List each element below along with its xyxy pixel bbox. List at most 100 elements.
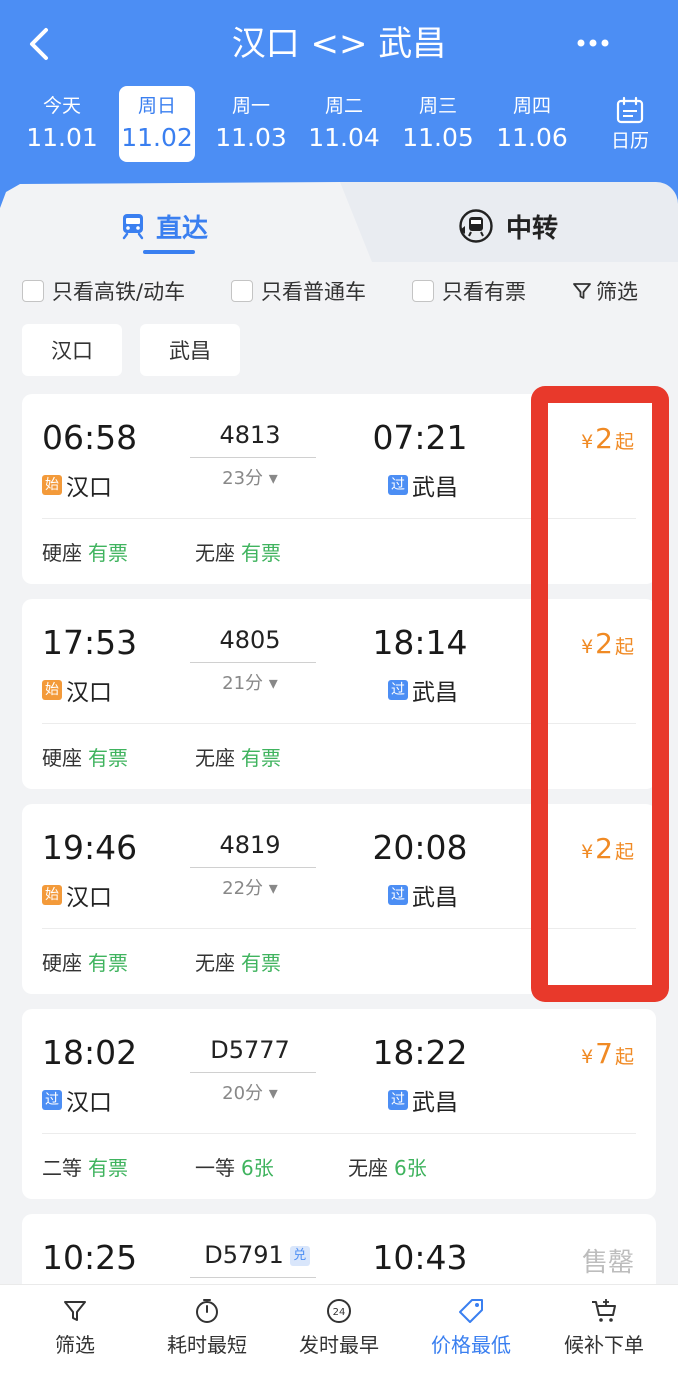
seat-class: 无座 有票 <box>195 947 281 976</box>
seat-type: 硬座 <box>42 951 82 975</box>
waitlist-order-button[interactable]: 候补下单 <box>552 1285 656 1380</box>
train-number: D5777 <box>210 1036 290 1064</box>
bottom-filter-button[interactable]: 筛选 <box>22 1285 128 1380</box>
bottom-sort-bar: 筛选 耗时最短 24 发时最早 价格最低 候补下单 <box>0 1284 678 1380</box>
station-name: 武昌 <box>412 680 458 706</box>
train-number: 4819 <box>219 831 281 859</box>
more-button[interactable] <box>568 28 618 58</box>
date-tab-selected[interactable]: 周日 11.02 <box>119 86 195 162</box>
station-chip-from[interactable]: 汉口 <box>22 324 122 376</box>
sort-earliest-label: 发时最早 <box>299 1333 379 1357</box>
tab-direct[interactable]: 直达 <box>120 206 208 246</box>
date-value: 11.04 <box>308 123 380 152</box>
date-weekday: 周日 <box>137 95 176 117</box>
departure-time: 06:58 <box>42 418 138 457</box>
pass-badge: 过 <box>42 1090 62 1110</box>
funnel-icon <box>573 283 591 299</box>
sort-shortest-label: 耗时最短 <box>167 1333 247 1357</box>
train-card[interactable]: 18:02 D5777 20分 ▾ 18:22 过汉口 过武昌 ¥7 起 二等 有票… <box>22 1009 656 1199</box>
train-icon <box>122 214 144 240</box>
duration[interactable]: 20分 ▾ <box>190 1079 310 1105</box>
seat-type: 二等 <box>42 1156 82 1180</box>
redeem-badge: 兑 <box>289 1246 310 1266</box>
arrival-time: 18:22 <box>372 1033 468 1072</box>
departure-station: 始汉口 <box>42 673 112 707</box>
seat-status: 有票 <box>88 746 128 770</box>
arrival-time: 10:43 <box>372 1238 468 1277</box>
date-tab[interactable]: 周四 11.06 <box>494 86 570 162</box>
filter-label: 筛选 <box>596 280 638 304</box>
train-number: 4805 <box>219 626 281 654</box>
caret-down-icon: ▾ <box>268 878 278 899</box>
departure-station: 始汉口 <box>42 468 112 502</box>
station-name: 汉口 <box>66 680 112 706</box>
sort-earliest-button[interactable]: 24 发时最早 <box>284 1285 394 1380</box>
date-tab[interactable]: 周二 11.04 <box>306 86 382 162</box>
date-weekday: 今天 <box>42 95 81 117</box>
arrival-time: 18:14 <box>372 623 468 662</box>
departure-time: 10:25 <box>42 1238 138 1277</box>
arrival-time: 20:08 <box>372 828 468 867</box>
station-name: 武昌 <box>412 475 458 501</box>
tab-transfer[interactable]: 中转 <box>458 206 558 246</box>
filter-button[interactable]: 筛选 <box>572 276 638 306</box>
arrival-station: 过武昌 <box>388 468 458 502</box>
date-tab[interactable]: 周三 11.05 <box>400 86 476 162</box>
route-line <box>190 1277 316 1278</box>
departure-station: 过汉口 <box>42 1083 112 1117</box>
date-value: 11.05 <box>402 123 474 152</box>
filter-high-speed-checkbox[interactable]: 只看高铁/动车 <box>22 276 185 306</box>
checkbox-icon <box>22 280 44 302</box>
seat-class: 一等 6张 <box>195 1152 274 1181</box>
duration-text: 21分 <box>222 673 264 694</box>
departure-time: 17:53 <box>42 623 138 662</box>
duration-text: 22分 <box>222 878 264 899</box>
timer-icon <box>196 1299 218 1323</box>
price-tag-icon <box>459 1299 483 1323</box>
sort-lowest-price-button[interactable]: 价格最低 <box>416 1285 526 1380</box>
caret-down-icon: ▾ <box>268 673 278 694</box>
filter-label: 只看高铁/动车 <box>52 280 186 304</box>
date-selector: 今天 11.01 周日 11.02 周一 11.03 周二 11.04 周三 1… <box>18 86 588 164</box>
station-name: 汉口 <box>66 475 112 501</box>
station-chip-to[interactable]: 武昌 <box>140 324 240 376</box>
seat-status: 有票 <box>88 1156 128 1180</box>
train-number-wrap: D5791 兑 <box>182 1240 332 1270</box>
duration[interactable]: 23分 ▾ <box>190 464 310 490</box>
filter-label: 只看有票 <box>442 280 526 304</box>
duration[interactable]: 22分 ▾ <box>190 874 310 900</box>
tab-active-indicator <box>143 250 195 254</box>
station-name: 汉口 <box>66 1090 112 1116</box>
caret-down-icon: ▾ <box>268 468 278 489</box>
date-value: 11.02 <box>121 123 193 152</box>
seat-type: 无座 <box>195 951 235 975</box>
filter-available-checkbox[interactable]: 只看有票 <box>412 276 526 306</box>
seat-class: 无座 有票 <box>195 537 281 566</box>
pass-badge: 过 <box>388 1090 408 1110</box>
route-line <box>190 457 316 458</box>
route-type-tabs: 直达 中转 <box>0 182 678 262</box>
arrival-time: 07:21 <box>372 418 468 457</box>
duration[interactable]: 21分 ▾ <box>190 669 310 695</box>
train-number: D5791 <box>204 1241 284 1269</box>
calendar-button[interactable]: 日历 <box>600 92 660 162</box>
calendar-label: 日历 <box>610 130 649 152</box>
date-tab[interactable]: 周一 11.03 <box>213 86 289 162</box>
date-weekday: 周二 <box>324 95 363 117</box>
seat-class: 硬座 有票 <box>42 742 128 771</box>
filter-normal-checkbox[interactable]: 只看普通车 <box>231 276 366 306</box>
date-tab-today[interactable]: 今天 11.01 <box>24 86 100 162</box>
tab-direct-label: 直达 <box>156 213 209 244</box>
date-value: 11.06 <box>496 123 568 152</box>
sort-shortest-button[interactable]: 耗时最短 <box>152 1285 262 1380</box>
sold-out-status: 售罄 <box>581 1248 634 1278</box>
pass-badge: 过 <box>388 680 408 700</box>
start-badge: 始 <box>42 680 62 700</box>
price-highlight-box <box>531 386 669 1002</box>
seat-status: 有票 <box>241 951 281 975</box>
tab-transfer-label: 中转 <box>506 213 559 244</box>
start-badge: 始 <box>42 885 62 905</box>
seat-type: 一等 <box>195 1156 235 1180</box>
seat-type: 无座 <box>195 541 235 565</box>
pass-badge: 过 <box>388 885 408 905</box>
